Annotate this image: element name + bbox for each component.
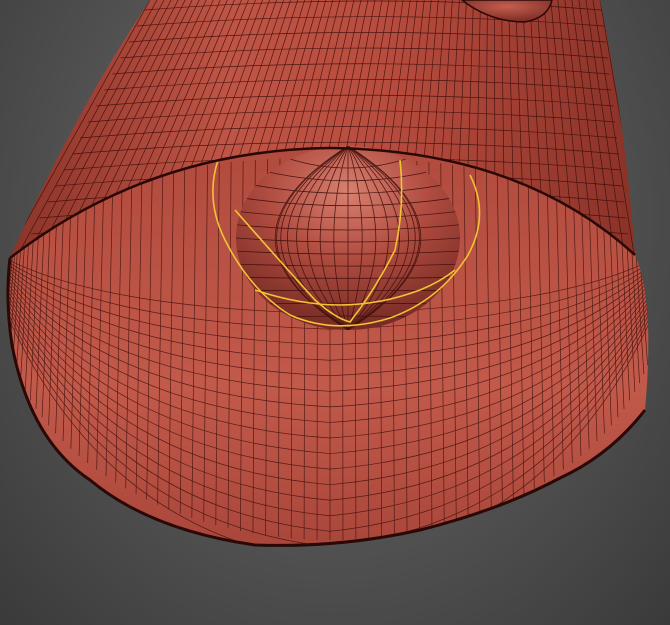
inner-sphere[interactable] (236, 146, 460, 330)
3d-viewport[interactable] (0, 0, 670, 625)
